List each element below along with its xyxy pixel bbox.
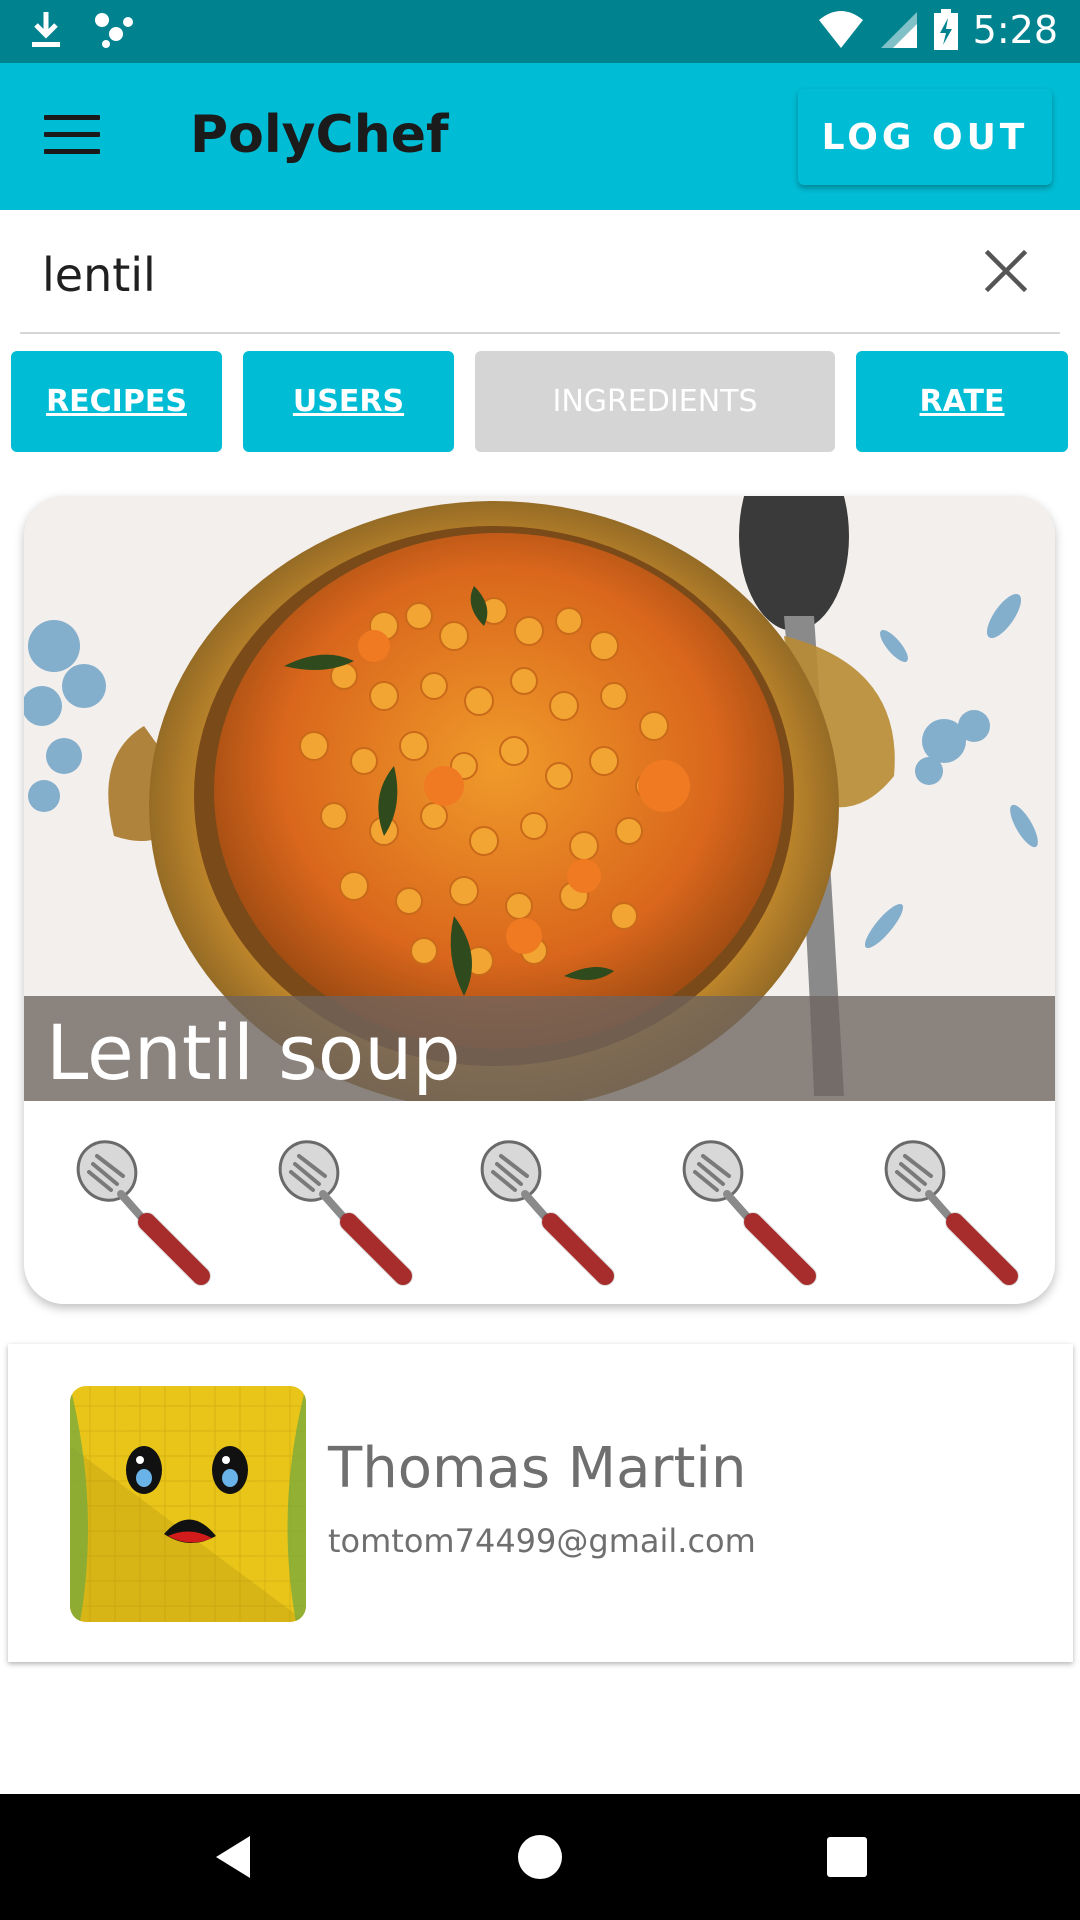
cell-signal-icon — [880, 12, 917, 48]
app-bar: PolyChef LOG OUT — [0, 63, 1080, 210]
user-email: tomtom74499@gmail.com — [328, 1522, 756, 1560]
status-clock: 5:28 — [972, 8, 1058, 52]
user-card[interactable]: Thomas Martin tomtom74499@gmail.com — [8, 1344, 1073, 1662]
rating-row — [24, 1136, 1055, 1286]
app-title: PolyChef — [190, 105, 449, 165]
download-icon — [32, 12, 60, 47]
status-bar: 5:28 — [0, 0, 1080, 63]
logout-button[interactable]: LOG OUT — [798, 89, 1052, 185]
assistant-dots-icon — [95, 13, 133, 48]
spatula-icon[interactable] — [69, 1136, 219, 1286]
search-input[interactable] — [42, 240, 942, 310]
filter-users-button[interactable]: USERS — [243, 351, 454, 452]
spatula-icon[interactable] — [675, 1136, 825, 1286]
spatula-icon[interactable] — [877, 1136, 1027, 1286]
close-icon[interactable] — [980, 245, 1032, 297]
home-icon[interactable] — [515, 1832, 565, 1882]
back-icon[interactable] — [210, 1832, 260, 1882]
navigation-bar — [0, 1794, 1080, 1920]
status-icons-right: 5:28 — [817, 8, 1058, 52]
status-icons-left — [30, 10, 136, 50]
filter-recipes-button[interactable]: RECIPES — [11, 351, 222, 452]
search-divider — [20, 332, 1060, 334]
recipe-title: Lentil soup — [46, 1008, 461, 1097]
hamburger-menu-icon[interactable] — [44, 115, 100, 159]
recents-icon[interactable] — [822, 1832, 872, 1882]
battery-charging-icon — [933, 9, 958, 50]
wifi-icon — [818, 11, 863, 48]
filter-ingredients-button[interactable]: INGREDIENTS — [475, 351, 835, 452]
recipe-card[interactable]: Lentil soup — [24, 496, 1055, 1304]
filter-rate-button[interactable]: RATE — [856, 351, 1068, 452]
yellow-character-avatar — [70, 1386, 306, 1622]
user-name: Thomas Martin — [328, 1436, 747, 1501]
spatula-icon[interactable] — [271, 1136, 421, 1286]
spatula-icon[interactable] — [473, 1136, 623, 1286]
